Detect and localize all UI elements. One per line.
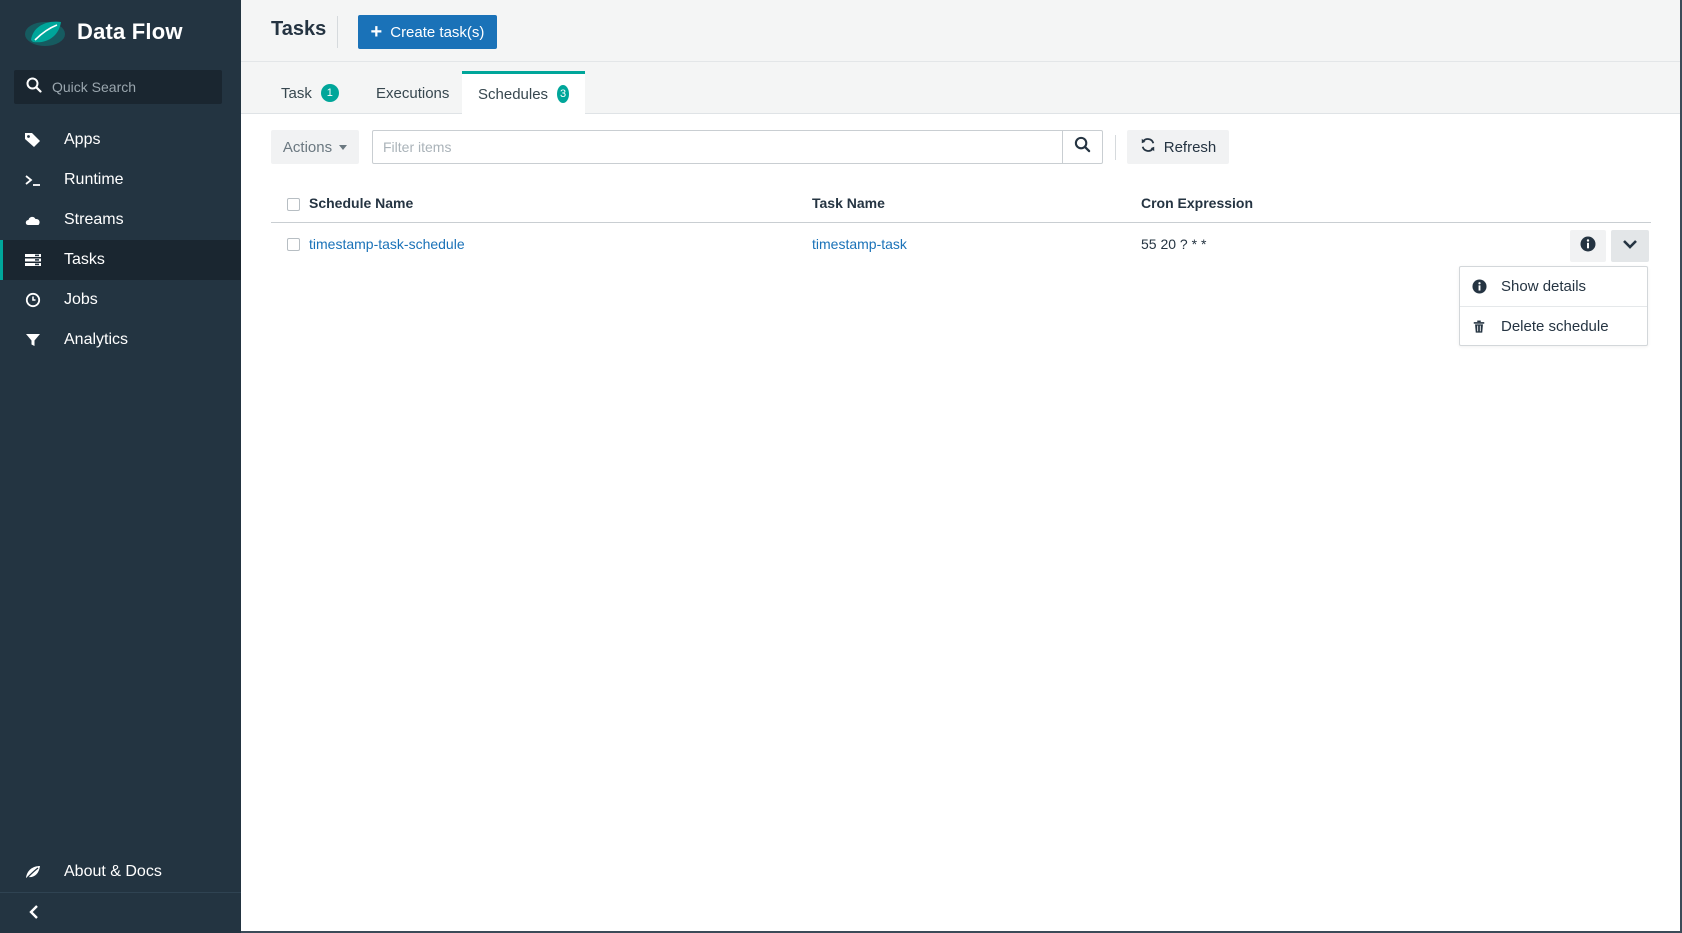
sidebar-item-label: Analytics (64, 331, 129, 348)
actions-label: Actions (282, 138, 333, 156)
sidebar-item-tasks[interactable]: Tasks (0, 240, 241, 280)
count-badge: 1 (320, 84, 339, 102)
plus-icon: + (370, 21, 383, 43)
trash-icon (1471, 319, 1487, 335)
sidebar-item-label: Tasks (64, 251, 105, 268)
menu-item-delete-schedule[interactable]: Delete schedule (1460, 307, 1647, 346)
schedule-name-link[interactable]: timestamp-task-schedule (309, 236, 465, 252)
row-actions-dropdown-button[interactable] (1611, 230, 1649, 262)
tasks-icon (24, 251, 42, 269)
header-divider (337, 16, 338, 48)
tags-icon (24, 131, 42, 149)
table-row: timestamp-task-schedule timestamp-task 5… (271, 223, 1651, 265)
quick-search[interactable] (14, 70, 222, 104)
menu-item-label: Show details (1501, 278, 1587, 295)
column-header-cron-expression[interactable]: Cron Expression (1141, 195, 1253, 211)
page-header: Tasks + Create task(s) (241, 0, 1682, 62)
tab-schedules[interactable]: Schedules 3 (462, 71, 585, 114)
tab-task[interactable]: Task 1 (265, 72, 355, 114)
sidebar-item-label: Jobs (64, 291, 98, 308)
column-header-schedule-name[interactable]: Schedule Name (309, 195, 413, 211)
app-title: Data Flow (77, 19, 183, 44)
sidebar: Data Flow Apps Runtime Streams (0, 0, 241, 933)
sidebar-item-label: Runtime (64, 171, 124, 188)
tab-label: Executions (376, 84, 450, 102)
clock-icon (24, 291, 42, 309)
tab-label: Task (281, 84, 312, 102)
menu-item-show-details[interactable]: Show details (1460, 267, 1647, 306)
brand[interactable]: Data Flow (22, 14, 183, 50)
refresh-icon (1140, 137, 1164, 157)
cron-expression: 55 20 ? * * (1141, 236, 1207, 252)
sidebar-divider (0, 892, 241, 893)
sidebar-item-label: Apps (64, 131, 101, 148)
filter-input[interactable] (383, 131, 1033, 163)
sidebar-item-about-docs[interactable]: About & Docs (0, 852, 241, 892)
terminal-icon (24, 171, 42, 189)
sidebar-item-apps[interactable]: Apps (0, 120, 241, 160)
leaf-icon (24, 863, 42, 881)
filter-icon (24, 331, 42, 349)
page-title: Tasks (271, 18, 327, 40)
column-header-task-name[interactable]: Task Name (812, 195, 885, 211)
table-header: Schedule Name Task Name Cron Expression (271, 188, 1651, 223)
spring-leaf-icon (22, 16, 68, 48)
count-badge: 3 (557, 85, 569, 103)
select-all-checkbox[interactable] (287, 198, 300, 211)
refresh-label: Refresh (1163, 138, 1217, 156)
quick-search-input[interactable] (52, 79, 212, 95)
collapse-sidebar-button[interactable] (24, 902, 44, 926)
refresh-button[interactable]: Refresh (1127, 130, 1229, 164)
sidebar-item-streams[interactable]: Streams (0, 200, 241, 240)
filter-field (372, 130, 1103, 164)
filter-search-button[interactable] (1062, 131, 1102, 163)
task-name-link[interactable]: timestamp-task (812, 236, 907, 252)
menu-item-label: Delete schedule (1501, 318, 1609, 335)
info-circle-icon (1580, 236, 1596, 257)
tab-executions[interactable]: Executions (360, 72, 465, 114)
search-icon (1074, 136, 1091, 158)
create-task-button[interactable]: + Create task(s) (358, 15, 497, 49)
info-circle-icon (1471, 279, 1487, 295)
sidebar-item-jobs[interactable]: Jobs (0, 280, 241, 320)
tabs-bar: Task 1 Executions Schedules 3 (241, 62, 1682, 114)
chevron-left-icon (27, 903, 41, 926)
row-actions-menu: Show details Delete schedule (1459, 266, 1648, 346)
sidebar-item-runtime[interactable]: Runtime (0, 160, 241, 200)
sidebar-item-label: About & Docs (64, 863, 162, 880)
row-checkbox[interactable] (287, 238, 300, 251)
create-task-label: Create task(s) (390, 23, 485, 41)
sidebar-item-label: Streams (64, 211, 124, 228)
search-icon (26, 77, 42, 98)
row-info-button[interactable] (1570, 230, 1606, 262)
cloud-icon (24, 211, 42, 229)
toolbar-divider (1115, 135, 1116, 160)
tab-label: Schedules (478, 85, 549, 103)
chevron-down-icon (1622, 237, 1638, 255)
actions-dropdown[interactable]: Actions (271, 130, 359, 164)
sidebar-item-analytics[interactable]: Analytics (0, 320, 241, 360)
caret-down-icon (339, 144, 348, 150)
sidebar-nav: Apps Runtime Streams Tasks Jobs Analytic… (0, 120, 241, 360)
